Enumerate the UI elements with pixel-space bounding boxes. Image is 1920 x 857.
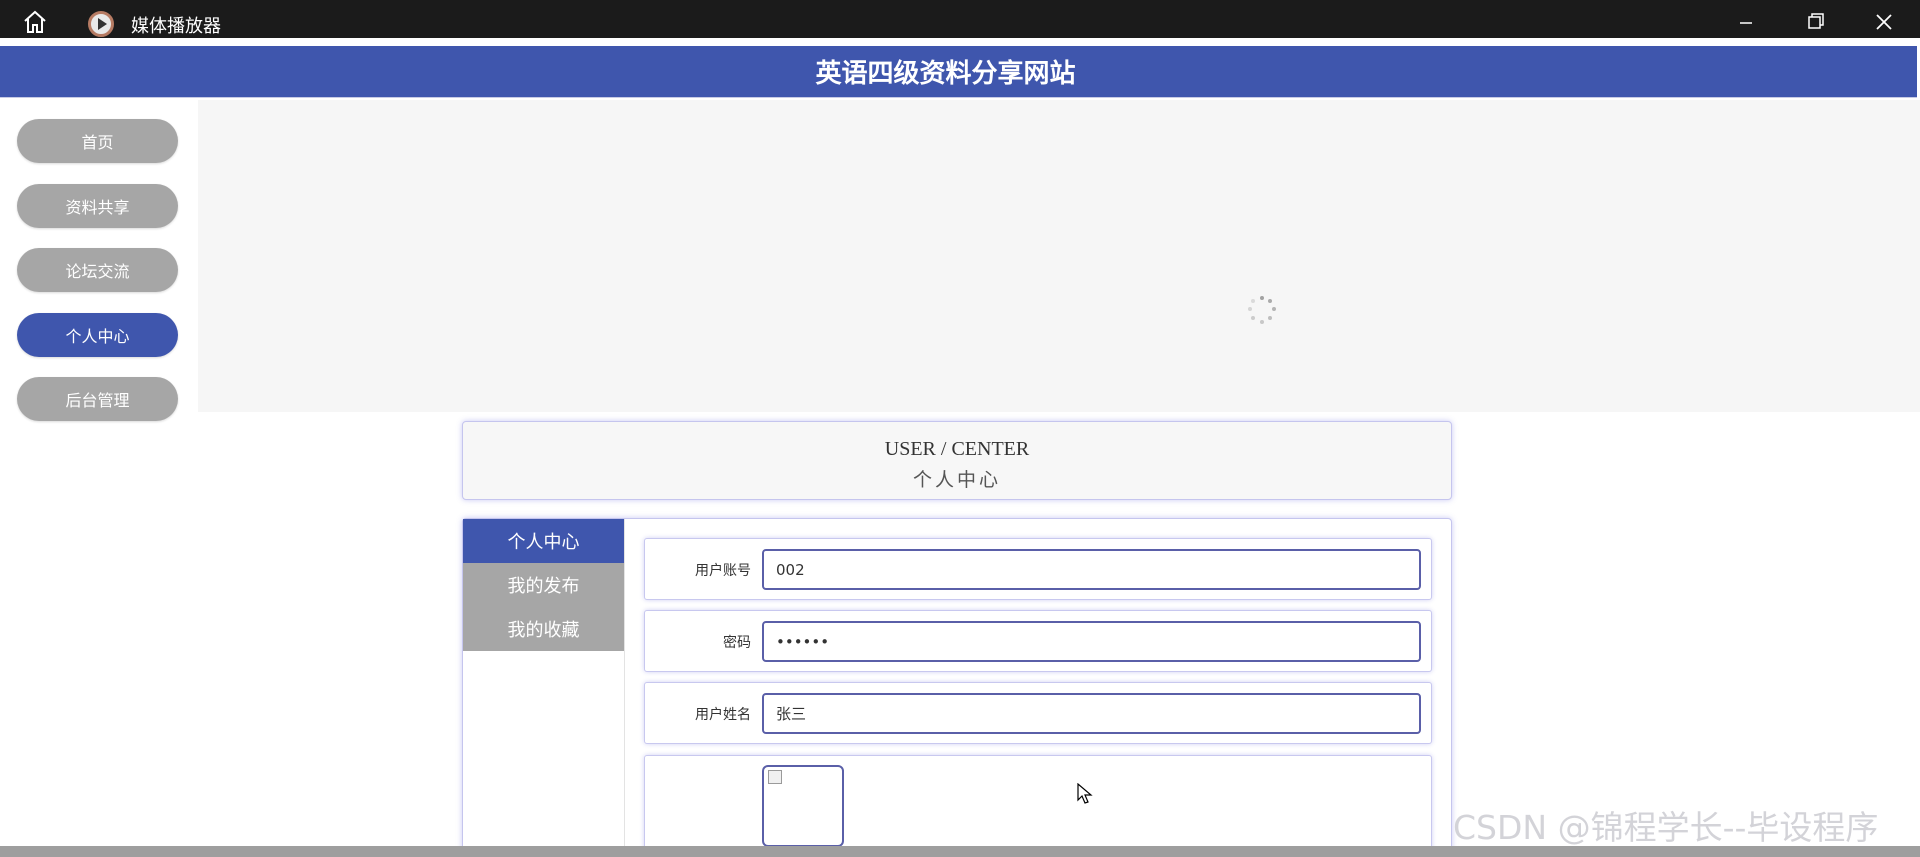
name-input[interactable] [762,693,1421,734]
nav-home[interactable]: 首页 [17,119,178,163]
title-bar: 媒体播放器 [0,0,1920,38]
password-input[interactable] [762,621,1421,662]
maximize-icon[interactable] [1799,8,1831,36]
name-label: 用户姓名 [695,707,751,723]
user-center-title-en: USER / CENTER [884,438,1030,460]
nav-admin[interactable]: 后台管理 [17,377,178,421]
user-center-panel: 个人中心 我的发布 我的收藏 用户账号 密码 用户姓名 [462,518,1452,857]
site-title: 英语四级资料分享网站 [815,59,1076,89]
watermark: CSDN @锦程学长--毕设程序 [1453,808,1879,847]
account-label: 用户账号 [695,563,751,579]
user-center-title-cn: 个人中心 [912,469,1001,491]
panel-divider [624,519,625,857]
nav-resource-sharing[interactable]: 资料共享 [17,184,178,228]
side-menu-my-posts[interactable]: 我的发布 [463,563,624,607]
password-label: 密码 [723,635,751,651]
nav-forum[interactable]: 论坛交流 [17,248,178,292]
password-field: 密码 [644,610,1432,672]
bottom-bar [0,846,1920,857]
mouse-cursor-icon [1077,783,1093,804]
site-header: 英语四级资料分享网站 [0,46,1917,98]
avatar-field [644,755,1432,857]
name-field: 用户姓名 [644,682,1432,744]
media-player-icon [88,11,114,37]
broken-image-icon [768,770,782,784]
account-input[interactable] [762,549,1421,590]
loading-spinner-icon [1248,296,1276,324]
avatar-upload[interactable] [762,765,844,847]
side-menu-my-favorites[interactable]: 我的收藏 [463,607,624,651]
minimize-icon[interactable] [1730,8,1762,36]
user-side-menu: 个人中心 我的发布 我的收藏 [463,519,624,651]
nav-user-center[interactable]: 个人中心 [17,313,178,357]
app-window: 媒体播放器 英语四级资料分享网站 首页 资料共享 论坛交流 个人中心 后台管理 [0,0,1920,857]
side-menu-profile[interactable]: 个人中心 [463,519,624,563]
window-title: 媒体播放器 [131,16,221,37]
banner-area [198,100,1920,412]
home-icon[interactable] [22,10,48,34]
user-center-heading: USER / CENTER 个人中心 [462,421,1452,500]
close-icon[interactable] [1868,8,1900,36]
account-field: 用户账号 [644,538,1432,600]
